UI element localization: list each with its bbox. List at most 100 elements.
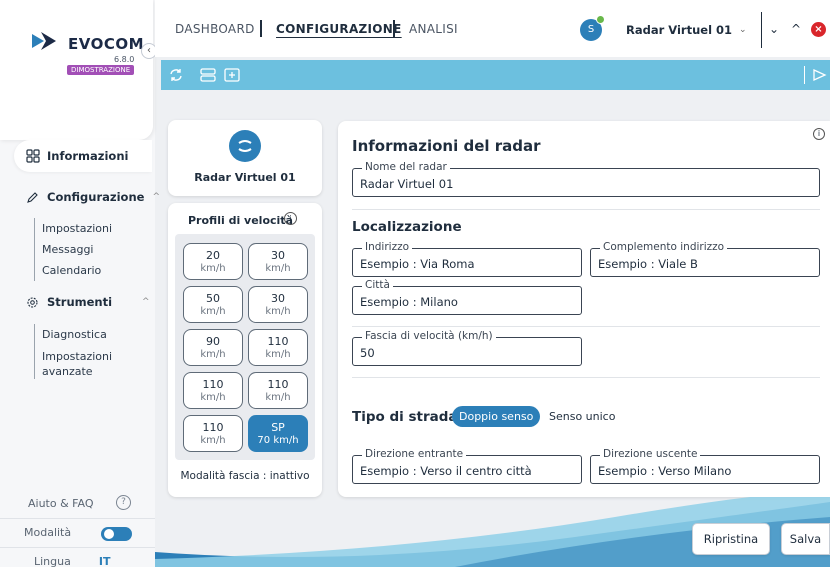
address-field[interactable]: Indirizzo Esempio : Via Roma — [352, 241, 582, 277]
speed-profile-unit: km/h — [265, 306, 291, 317]
tab-dashboard[interactable]: DASHBOARD — [175, 22, 255, 36]
radar-profile-card: Radar Virtuel 01 — [168, 120, 322, 196]
toggle-knob — [104, 529, 114, 539]
help-label: Aiuto & FAQ — [28, 496, 94, 510]
speed-profile-button[interactable]: 90 km/h — [183, 329, 243, 366]
add-folder-icon[interactable] — [223, 66, 241, 84]
close-icon[interactable]: × — [811, 22, 826, 37]
configurazione-submenu: Impostazioni Messaggi Calendario — [34, 218, 112, 281]
language-row[interactable]: Lingua IT — [0, 547, 155, 567]
speed-profile-button[interactable]: 50 km/h — [183, 286, 243, 323]
speed-mode-text: Modalità fascia : inattivo — [180, 470, 310, 482]
speed-profile-button[interactable]: 110 km/h — [248, 372, 308, 409]
info-icon[interactable]: i — [284, 212, 297, 225]
outgoing-direction-label: Direzione uscente — [600, 448, 701, 460]
speed-profile-unit: km/h — [265, 349, 291, 360]
speed-profile-unit: 70 km/h — [257, 435, 299, 446]
tab-configurazione[interactable]: CONFIGURAZIONE — [276, 22, 402, 36]
tab-separator — [260, 20, 262, 37]
mode-label: Modalità — [24, 526, 72, 539]
speed-profiles-title: Profili di velocità — [188, 214, 293, 227]
radar-profile-avatar-icon — [229, 130, 261, 162]
city-field[interactable]: Città Esempio : Milano — [352, 279, 582, 315]
incoming-direction-field[interactable]: Direzione entrante Esempio : Verso il ce… — [352, 448, 582, 484]
address-complement-field[interactable]: Complemento indirizzo Esempio : Viale B — [590, 241, 820, 277]
sidebar-item-calendario[interactable]: Calendario — [42, 260, 112, 281]
speed-profile-button[interactable]: 110 km/h — [183, 415, 243, 452]
radar-name-field[interactable]: Nome del radar Radar Virtuel 01 — [352, 161, 820, 197]
toolbar — [161, 60, 830, 90]
info-icon[interactable]: i — [813, 128, 825, 140]
reset-button[interactable]: Ripristina — [692, 523, 770, 555]
evocom-logo-icon — [32, 32, 56, 50]
speed-profile-button[interactable]: 20 km/h — [183, 243, 243, 280]
language-label: Lingua — [34, 555, 71, 567]
sidebar-item-diagnostica[interactable]: Diagnostica — [42, 324, 116, 345]
chevron-up-icon: ^ — [152, 192, 160, 202]
address-value: Esempio : Via Roma — [360, 257, 475, 271]
tab-analisi[interactable]: ANALISI — [409, 22, 458, 36]
toolbar-divider — [804, 66, 805, 84]
app-version: 6.8.0 — [114, 55, 135, 64]
city-value: Esempio : Milano — [360, 295, 458, 309]
divider — [352, 326, 820, 327]
app-name: EVOCOM — [68, 35, 145, 53]
logo-card: EVOCOM 6.8.0 DIMOSTRAZIONE — [0, 0, 153, 140]
sidebar-item-messaggi[interactable]: Messaggi — [42, 239, 112, 260]
speed-profiles-grid: 20 km/h 30 km/h 50 km/h 30 km/h 90 km/h 110 km/h 110… — [175, 234, 315, 460]
radar-info-title: Informazioni del radar — [352, 137, 541, 155]
road-type-title: Tipo di strada — [352, 409, 458, 425]
speed-profile-button[interactable]: 30 km/h — [248, 243, 308, 280]
divider — [352, 209, 820, 210]
demo-badge: DIMOSTRAZIONE — [67, 65, 135, 75]
speed-profile-unit: km/h — [200, 263, 226, 274]
speed-profile-button[interactable]: 30 km/h — [248, 286, 308, 323]
sidebar-item-impostazioni-avanzate[interactable]: Impostazioni avanzate — [42, 349, 116, 379]
sidebar: EVOCOM 6.8.0 DIMOSTRAZIONE ‹ Informazion… — [0, 0, 160, 567]
speed-range-label: Fascia di velocità (km/h) — [362, 330, 496, 342]
incoming-direction-value: Esempio : Verso il centro città — [360, 464, 532, 478]
mode-row: Modalità — [0, 518, 155, 546]
incoming-direction-label: Direzione entrante — [362, 448, 467, 460]
sidebar-item-impostazioni[interactable]: Impostazioni — [42, 218, 112, 239]
pencil-icon — [27, 191, 38, 203]
speed-profile-value: 110 — [202, 421, 224, 434]
language-value[interactable]: IT — [99, 555, 111, 567]
location-title: Localizzazione — [352, 219, 462, 235]
speed-profile-value: 110 — [267, 335, 289, 348]
radar-info-panel: i Informazioni del radar Nome del radar … — [338, 121, 830, 497]
speed-profile-unit: km/h — [265, 392, 291, 403]
road-option-two-way[interactable]: Doppio senso — [452, 406, 541, 427]
stack-icon[interactable] — [199, 66, 217, 84]
radar-selector[interactable]: Radar Virtuel 01 — [626, 23, 732, 37]
sidebar-item-informazioni[interactable]: Informazioni — [14, 140, 152, 172]
minimize-chevron-icon[interactable]: ⌄ — [769, 22, 779, 36]
divider — [761, 12, 762, 48]
sidebar-item-strumenti[interactable]: Strumenti ^ — [26, 295, 150, 309]
speed-profile-value: 110 — [202, 378, 224, 391]
refresh-icon[interactable] — [167, 66, 185, 84]
online-status-icon — [596, 15, 605, 24]
send-icon[interactable] — [810, 66, 828, 84]
sidebar-item-configurazione[interactable]: Configurazione ^ — [26, 190, 160, 204]
help-row[interactable]: Aiuto & FAQ ? — [0, 489, 155, 517]
mode-toggle[interactable] — [101, 527, 132, 541]
question-icon: ? — [116, 495, 131, 510]
speed-profile-button[interactable]: SP 70 km/h — [248, 415, 308, 452]
radar-name-label: Nome del radar — [362, 161, 450, 173]
speed-profile-unit: km/h — [200, 392, 226, 403]
top-bar: DASHBOARD CONFIGURAZIONE ANALISI S Radar… — [155, 0, 830, 57]
speed-profile-button[interactable]: 110 km/h — [183, 372, 243, 409]
save-button[interactable]: Salva — [781, 523, 830, 555]
city-label: Città — [362, 279, 393, 291]
outgoing-direction-field[interactable]: Direzione uscente Esempio : Verso Milano — [590, 448, 820, 484]
road-option-one-way[interactable]: Senso unico — [549, 410, 615, 423]
chevron-down-icon[interactable]: ⌄ — [739, 25, 747, 35]
speed-profile-value: 20 — [206, 249, 220, 262]
strumenti-submenu: Diagnostica Impostazioni avanzate — [34, 324, 116, 379]
speed-profile-button[interactable]: 110 km/h — [248, 329, 308, 366]
speed-profile-unit: km/h — [200, 435, 226, 446]
speed-range-field[interactable]: Fascia di velocità (km/h) 50 — [352, 330, 582, 366]
maximize-chevron-icon[interactable]: ^ — [791, 22, 801, 36]
chevron-up-icon: ^ — [142, 297, 150, 307]
